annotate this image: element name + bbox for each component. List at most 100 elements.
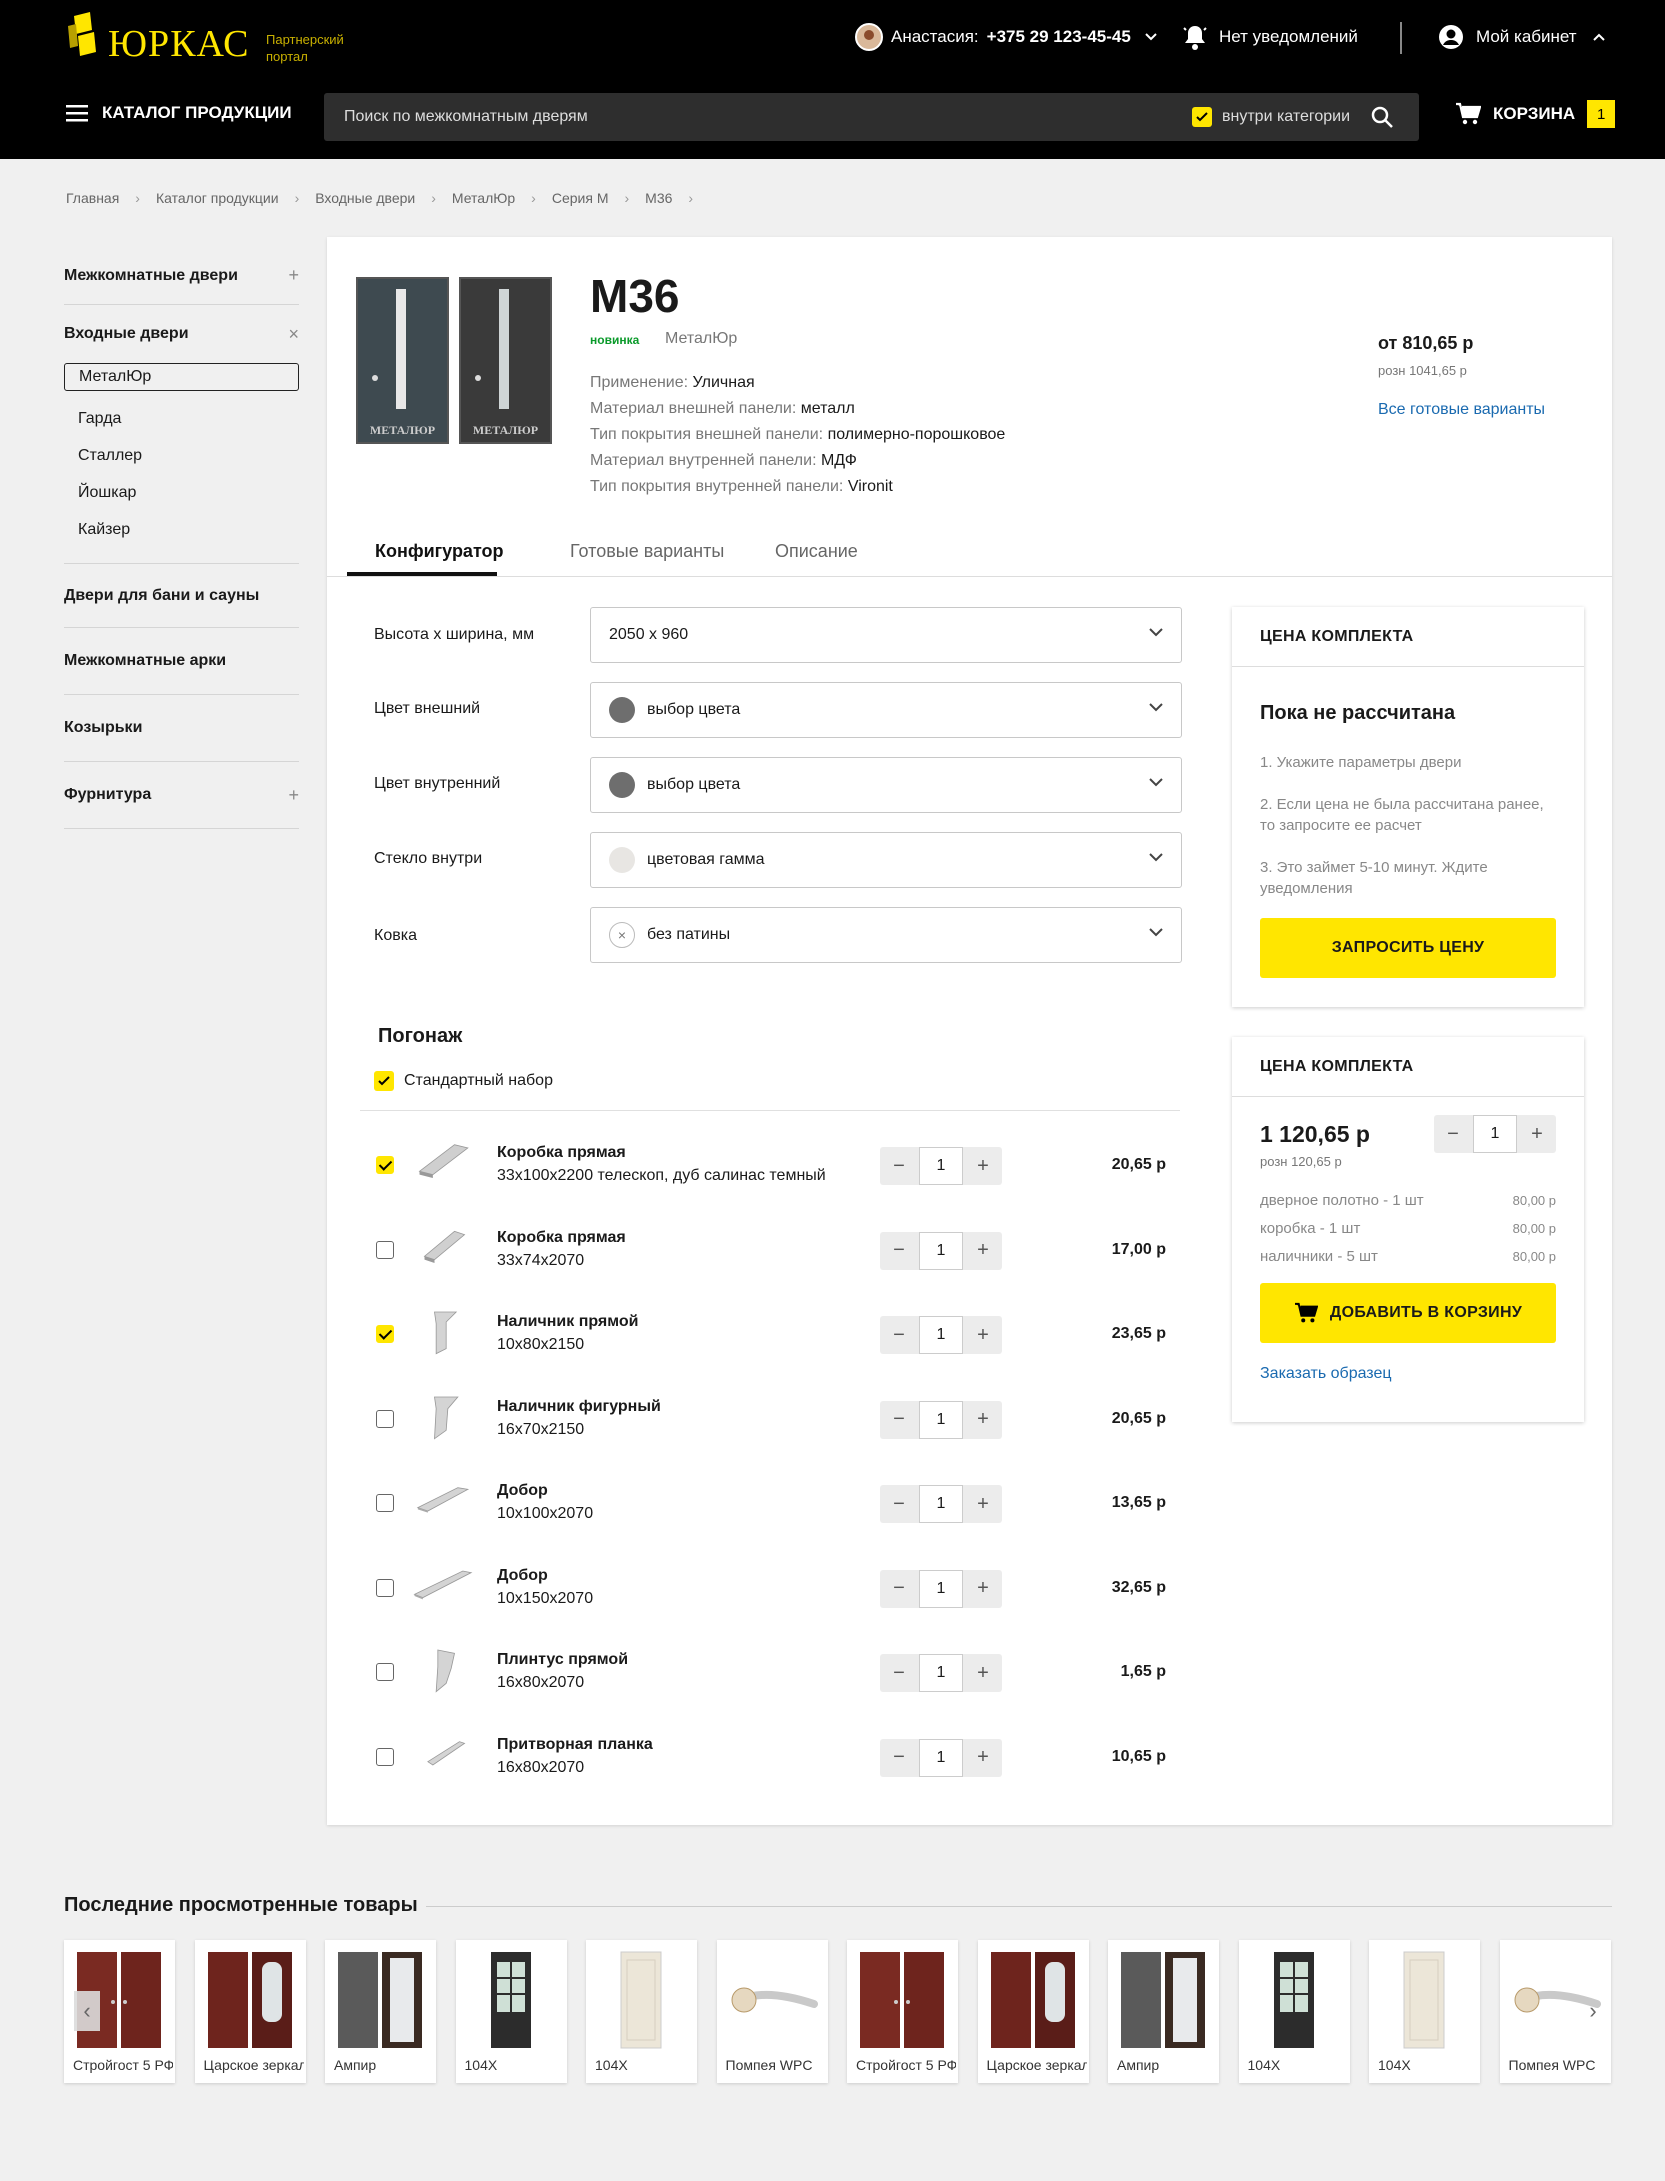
quantity-value[interactable]: 1 <box>919 1231 963 1270</box>
plus-button[interactable]: + <box>964 1232 1002 1270</box>
minus-button[interactable]: − <box>880 1570 918 1608</box>
quantity-value[interactable]: 1 <box>919 1485 963 1523</box>
outer-color-select[interactable]: выбор цвета <box>590 682 1182 738</box>
plus-icon[interactable]: + <box>288 785 299 806</box>
minus-button[interactable]: − <box>880 1739 918 1777</box>
plus-button[interactable]: + <box>964 1316 1002 1354</box>
plus-button[interactable]: + <box>964 1485 1002 1523</box>
quantity-stepper: −1 + <box>880 1738 1002 1777</box>
quantity-value[interactable]: 1 <box>919 1400 963 1439</box>
breadcrumb-item[interactable]: Каталог продукции <box>156 190 279 206</box>
plus-icon[interactable]: + <box>288 265 299 286</box>
glass-select[interactable]: цветовая гамма <box>590 832 1182 888</box>
sidebar-item-arches[interactable]: Межкомнатные арки <box>64 628 299 695</box>
close-icon[interactable]: × <box>288 324 299 345</box>
row-checkbox[interactable] <box>376 1663 394 1681</box>
recent-product-card[interactable]: Ампир <box>1108 1940 1219 2083</box>
row-checkbox[interactable] <box>376 1156 394 1174</box>
sidebar-subitem-metalyur[interactable]: МеталЮр <box>64 363 299 391</box>
tab-description[interactable]: Описание <box>775 541 858 562</box>
recent-product-card[interactable]: 104Х <box>1238 1940 1350 2083</box>
panel-header: ЦЕНА КОМПЛЕКТА <box>1232 607 1584 667</box>
row-checkbox[interactable] <box>376 1578 394 1597</box>
breadcrumb-item[interactable]: Серия М <box>552 190 609 206</box>
quantity-value[interactable]: 1 <box>919 1316 963 1354</box>
row-checkbox[interactable] <box>376 1240 394 1259</box>
recent-product-card[interactable]: 104Х <box>455 1940 567 2083</box>
product-thumbnail <box>207 1952 292 2048</box>
sidebar-subitem-garda[interactable]: Гарда <box>64 400 299 437</box>
minus-button[interactable]: − <box>880 1654 918 1692</box>
recent-product-card[interactable]: Царское зеркало <box>194 1940 306 2083</box>
carousel-next-button[interactable]: › <box>1580 1991 1606 2031</box>
plus-button[interactable]: + <box>964 1147 1002 1185</box>
door-image-inside[interactable]: МЕТАЛЮР <box>459 277 552 444</box>
row-checkbox[interactable] <box>376 1747 394 1766</box>
notifications[interactable]: Нет уведомлений <box>1183 22 1358 52</box>
forge-select[interactable]: × без патины <box>590 907 1182 963</box>
tab-configurator[interactable]: Конфигуратор <box>375 541 504 562</box>
sidebar-item-entrance-doors[interactable]: Входные двери × <box>64 305 299 363</box>
search-icon[interactable] <box>1370 105 1394 129</box>
recent-product-card[interactable]: Ампир <box>325 1940 436 2083</box>
breadcrumb-item[interactable]: Главная <box>66 190 119 206</box>
header-divider <box>1400 22 1402 54</box>
order-sample-link[interactable]: Заказать образец <box>1260 1365 1392 1383</box>
inner-color-label: Цвет внутренний <box>374 775 501 792</box>
plus-button[interactable]: + <box>1518 1115 1556 1153</box>
row-checkbox[interactable] <box>376 1325 394 1343</box>
quantity-value[interactable]: 1 <box>919 1654 963 1692</box>
standard-set-checkbox[interactable]: Стандартный набор <box>374 1071 553 1091</box>
add-to-cart-button[interactable]: ДОБАВИТЬ В КОРЗИНУ <box>1260 1283 1556 1343</box>
sidebar-subitem-staller[interactable]: Сталлер <box>64 437 299 474</box>
row-checkbox[interactable] <box>376 1409 394 1428</box>
quantity-value[interactable]: 1 <box>919 1147 963 1185</box>
notifications-label: Нет уведомлений <box>1219 27 1358 46</box>
minus-button[interactable]: − <box>1434 1115 1472 1153</box>
catalog-menu-button[interactable]: КАТАЛОГ ПРОДУКЦИИ <box>66 103 292 123</box>
sidebar-item-fittings[interactable]: Фурнитура + <box>64 762 299 829</box>
breadcrumb-current[interactable]: М36 <box>645 190 672 206</box>
request-price-button[interactable]: ЗАПРОСИТЬ ЦЕНУ <box>1260 918 1556 978</box>
sidebar-item-bath-doors[interactable]: Двери для бани и сауны <box>64 564 299 628</box>
user-menu[interactable]: Анастасия: +375 29 123-45-45 <box>855 22 1157 52</box>
recent-product-card[interactable]: Стройгост 5 РФ <box>847 1940 958 2083</box>
product-label: 104Х <box>1378 2057 1411 2073</box>
spec-key: Тип покрытия внешней панели: <box>590 426 824 443</box>
breadcrumb-item[interactable]: Входные двери <box>315 190 415 206</box>
carousel-prev-button[interactable]: ‹ <box>74 1991 100 2031</box>
door-image-outside[interactable]: МЕТАЛЮР <box>356 277 449 444</box>
sidebar-item-label: Межкомнатные двери <box>64 266 238 284</box>
cart-button[interactable]: КОРЗИНА 1 <box>1455 100 1616 128</box>
plus-button[interactable]: + <box>964 1654 1002 1692</box>
minus-button[interactable]: − <box>880 1147 918 1185</box>
minus-button[interactable]: − <box>880 1232 918 1270</box>
row-checkbox[interactable] <box>376 1494 394 1512</box>
quantity-value[interactable]: 1 <box>919 1569 963 1608</box>
plus-button[interactable]: + <box>964 1401 1002 1439</box>
inside-category-toggle[interactable]: внутри категории <box>1192 107 1350 127</box>
all-variants-link[interactable]: Все готовые варианты <box>1378 401 1545 419</box>
recent-product-card[interactable]: 104Х <box>586 1940 697 2083</box>
inner-color-select[interactable]: выбор цвета <box>590 757 1182 813</box>
minus-button[interactable]: − <box>880 1316 918 1354</box>
sidebar-item-visors[interactable]: Козырьки <box>64 695 299 762</box>
quantity-value[interactable]: 1 <box>1473 1115 1517 1153</box>
minus-button[interactable]: − <box>880 1485 918 1523</box>
quantity-value[interactable]: 1 <box>919 1738 963 1777</box>
plus-button[interactable]: + <box>964 1739 1002 1777</box>
size-select[interactable]: 2050 х 960 <box>590 607 1182 663</box>
minus-button[interactable]: − <box>880 1401 918 1439</box>
logo-text[interactable]: ЮРКАС <box>108 22 249 66</box>
recent-product-card[interactable]: Царское зеркало <box>977 1940 1089 2083</box>
tab-ready-variants[interactable]: Готовые варианты <box>570 541 724 562</box>
recent-product-card[interactable]: 104Х <box>1369 1940 1480 2083</box>
cabinet-menu[interactable]: Мой кабинет <box>1438 22 1605 52</box>
search-input[interactable] <box>344 93 1094 141</box>
recent-product-card[interactable]: Помпея WPC <box>716 1940 828 2083</box>
sidebar-subitem-kaiser[interactable]: Кайзер <box>64 511 299 548</box>
breadcrumb-item[interactable]: МеталЮр <box>452 190 515 206</box>
sidebar-subitem-yoshkar[interactable]: Йошкар <box>64 474 299 511</box>
sidebar-item-interior-doors[interactable]: Межкомнатные двери + <box>64 247 299 305</box>
plus-button[interactable]: + <box>964 1570 1002 1608</box>
